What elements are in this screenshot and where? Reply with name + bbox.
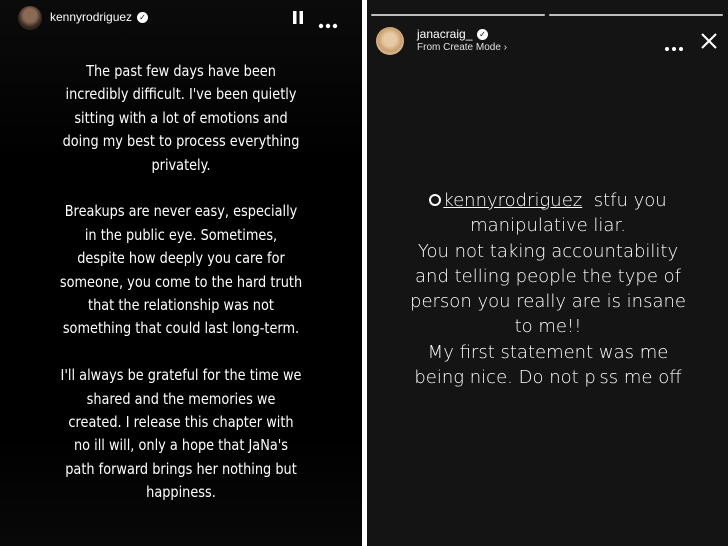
message-line-6: being nice. Do not p ss me off [414, 367, 682, 389]
message-line-5: My first statement was me [427, 341, 669, 363]
right-username[interactable]: janacraig_ [417, 27, 472, 41]
left-story-text: The past few days have been incredibly d… [60, 60, 303, 528]
verified-badge-icon: ✓ [137, 12, 148, 23]
story-paragraph-2: Breakups are never easy, especially in t… [59, 202, 303, 338]
create-mode-label[interactable]: From Create Mode › [417, 42, 507, 53]
more-icon[interactable] [664, 37, 684, 51]
mention-line: kennyrodriguez stfu you manipulative lia… [383, 188, 713, 239]
story-paragraph-3: I'll always be grateful for the time we … [60, 366, 302, 502]
right-story-text: kennyrodriguez stfu you manipulative lia… [383, 188, 713, 390]
kennyrodriguez-avatar[interactable] [18, 6, 42, 30]
story-progress-bar-1 [371, 14, 545, 16]
janacraig-avatar[interactable] [376, 27, 404, 55]
left-username[interactable]: kennyrodriguez [50, 10, 132, 24]
mention-link[interactable]: kennyrodriguez [429, 190, 582, 211]
story-progress-bar-2 [549, 14, 723, 16]
verified-badge-icon: ✓ [477, 29, 488, 40]
left-story-panel: kennyrodriguez ✓ The past few days have … [0, 0, 362, 546]
pause-icon[interactable] [292, 10, 304, 24]
story-paragraph-1: The past few days have been incredibly d… [62, 62, 300, 174]
close-icon[interactable] [700, 32, 718, 50]
more-icon[interactable] [318, 14, 338, 29]
message-line-2: and telling people the type of [415, 265, 681, 287]
message-line-4: to me!! [514, 316, 582, 338]
message-line-3: person you really are is insane [410, 291, 686, 313]
message-line-1: You not taking accountability [417, 240, 679, 262]
mention-at-icon [429, 194, 442, 206]
